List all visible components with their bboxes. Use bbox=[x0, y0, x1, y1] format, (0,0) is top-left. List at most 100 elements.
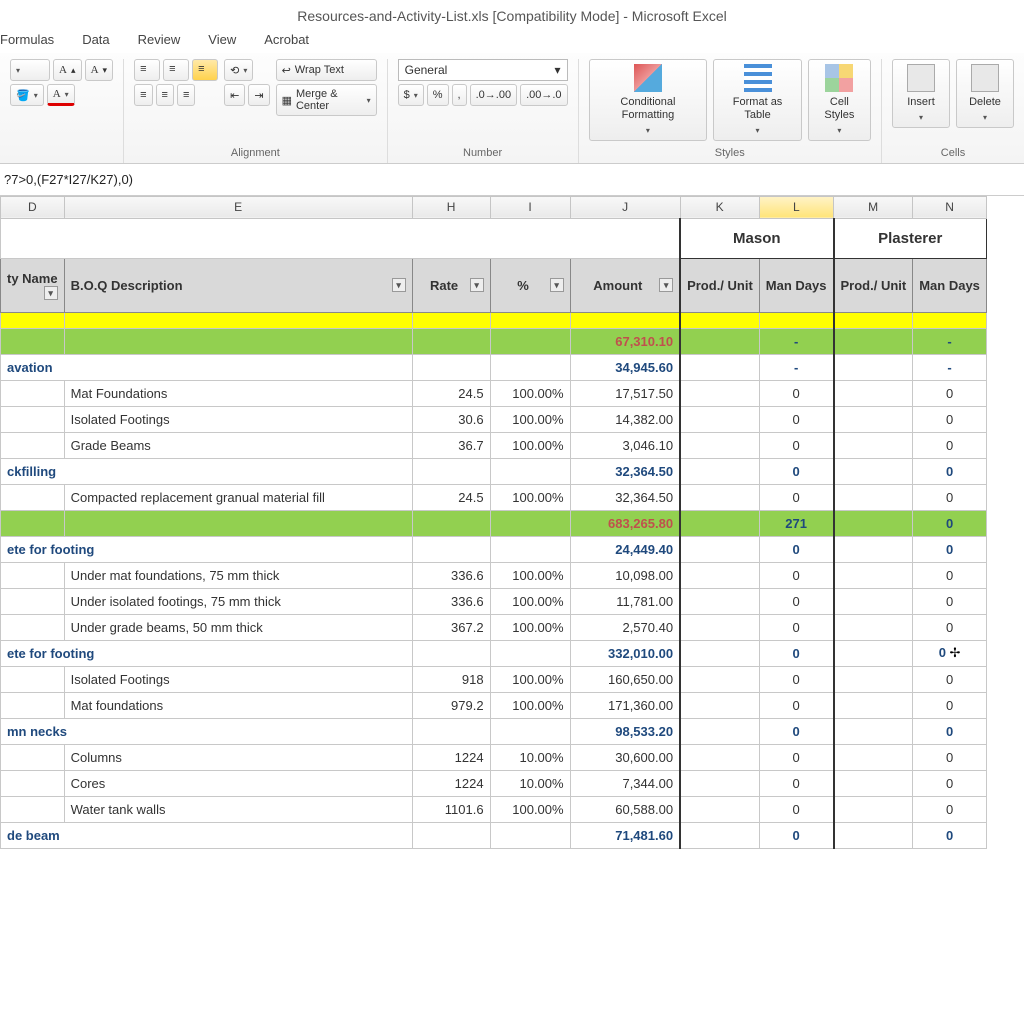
align-bottom-icon: ≡ bbox=[198, 63, 212, 77]
table-row[interactable]: Water tank walls1101.6100.00%60,588.0000 bbox=[1, 796, 987, 822]
align-middle-button[interactable]: ≡ bbox=[163, 59, 189, 81]
colhdr-N[interactable]: N bbox=[913, 196, 987, 218]
merge-center-button[interactable]: ▦Merge & Center▾ bbox=[276, 84, 377, 116]
align-right-button[interactable]: ≡ bbox=[177, 84, 195, 106]
hdr-mandays-2[interactable]: Man Days bbox=[913, 258, 987, 312]
hdr-amount[interactable]: Amount▾ bbox=[570, 258, 680, 312]
number-label: Number bbox=[398, 147, 568, 159]
fill-color-button[interactable]: 🪣▾ bbox=[10, 84, 44, 106]
table-row[interactable]: ete for footing332,010.0000 ✢ bbox=[1, 640, 987, 666]
group-header-row: Mason Plasterer bbox=[1, 218, 987, 258]
colhdr-K[interactable]: K bbox=[680, 196, 759, 218]
alignment-label: Alignment bbox=[134, 147, 376, 159]
window-title: Resources-and-Activity-List.xls [Compati… bbox=[0, 0, 1024, 28]
hdr-rate[interactable]: Rate▾ bbox=[412, 258, 490, 312]
insert-button[interactable]: Insert▾ bbox=[892, 59, 950, 128]
hdr-pct[interactable]: %▾ bbox=[490, 258, 570, 312]
cell-styles-icon bbox=[825, 64, 853, 92]
bucket-icon: 🪣 bbox=[16, 89, 30, 102]
colhdr-I[interactable]: I bbox=[490, 196, 570, 218]
formula-bar[interactable]: ?7>0,(F27*I27/K27),0) bbox=[0, 164, 1024, 196]
indent-icon: ⇥ bbox=[254, 89, 263, 102]
spreadsheet-grid[interactable]: D E H I J K L M N Mason Plasterer ty Nam… bbox=[0, 196, 1024, 849]
decrease-decimal-button[interactable]: .00→.0 bbox=[520, 84, 567, 106]
percent-button[interactable]: % bbox=[427, 84, 449, 106]
menu-formulas[interactable]: Formulas bbox=[0, 32, 54, 47]
increase-decimal-icon: .0→.00 bbox=[476, 89, 511, 101]
field-header-row: ty Name▾ B.O.Q Description▾ Rate▾ %▾ Amo… bbox=[1, 258, 987, 312]
filter-icon[interactable]: ▾ bbox=[470, 278, 484, 292]
table-row[interactable]: 683,265.802710 bbox=[1, 510, 987, 536]
menu-view[interactable]: View bbox=[208, 32, 236, 47]
table-row[interactable]: avation34,945.60-- bbox=[1, 354, 987, 380]
wrap-text-button[interactable]: ↩Wrap Text bbox=[276, 59, 377, 81]
colhdr-D[interactable]: D bbox=[1, 196, 65, 218]
yellow-separator bbox=[1, 312, 987, 328]
filter-icon[interactable]: ▾ bbox=[550, 278, 564, 292]
align-bottom-button[interactable]: ≡ bbox=[192, 59, 218, 81]
filter-icon[interactable]: ▾ bbox=[392, 278, 406, 292]
cells-label: Cells bbox=[892, 147, 1014, 159]
delete-icon bbox=[971, 64, 999, 92]
colhdr-L[interactable]: L bbox=[759, 196, 833, 218]
group-font-partial: ▾ A▴ A▾ 🪣▾ A▾ bbox=[0, 59, 124, 163]
align-left-button[interactable]: ≡ bbox=[134, 84, 152, 106]
filter-icon[interactable]: ▾ bbox=[659, 278, 673, 292]
table-row[interactable]: Isolated Footings918100.00%160,650.0000 bbox=[1, 666, 987, 692]
hdr-boq[interactable]: B.O.Q Description▾ bbox=[64, 258, 412, 312]
font-size-combo[interactable]: ▾ bbox=[10, 59, 50, 81]
conditional-formatting-button[interactable]: Conditional Formatting▾ bbox=[589, 59, 708, 141]
colhdr-H[interactable]: H bbox=[412, 196, 490, 218]
grow-font-button[interactable]: A▴ bbox=[53, 59, 82, 81]
shrink-font-button[interactable]: A▾ bbox=[85, 59, 114, 81]
ribbon: ▾ A▴ A▾ 🪣▾ A▾ ≡ ≡ ≡ ≡ bbox=[0, 53, 1024, 164]
number-format-combo[interactable]: General▾ bbox=[398, 59, 568, 81]
menu-acrobat[interactable]: Acrobat bbox=[264, 32, 309, 47]
table-row[interactable]: Mat foundations979.2100.00%171,360.0000 bbox=[1, 692, 987, 718]
table-row[interactable]: de beam71,481.6000 bbox=[1, 822, 987, 848]
align-center-button[interactable]: ≡ bbox=[156, 84, 174, 106]
column-headers: D E H I J K L M N bbox=[1, 196, 987, 218]
format-as-table-button[interactable]: Format as Table▾ bbox=[713, 59, 801, 141]
table-row[interactable]: Compacted replacement granual material f… bbox=[1, 484, 987, 510]
orientation-icon: ⟲ bbox=[230, 64, 239, 77]
table-row[interactable]: Grade Beams36.7100.00%3,046.1000 bbox=[1, 432, 987, 458]
decrease-decimal-icon: .00→.0 bbox=[526, 89, 561, 101]
insert-icon bbox=[907, 64, 935, 92]
cell-styles-button[interactable]: Cell Styles▾ bbox=[808, 59, 871, 141]
hdr-mandays-1[interactable]: Man Days bbox=[759, 258, 833, 312]
table-row[interactable]: Columns122410.00%30,600.0000 bbox=[1, 744, 987, 770]
table-row[interactable]: mn necks98,533.2000 bbox=[1, 718, 987, 744]
increase-decimal-button[interactable]: .0→.00 bbox=[470, 84, 517, 106]
hdr-tyname[interactable]: ty Name▾ bbox=[1, 258, 65, 312]
hdr-produnit-2[interactable]: Prod./ Unit bbox=[834, 258, 913, 312]
colhdr-M[interactable]: M bbox=[834, 196, 913, 218]
hdr-produnit-1[interactable]: Prod./ Unit bbox=[680, 258, 759, 312]
menu-bar: Formulas Data Review View Acrobat bbox=[0, 28, 1024, 53]
table-row[interactable]: Under isolated footings, 75 mm thick336.… bbox=[1, 588, 987, 614]
colhdr-E[interactable]: E bbox=[64, 196, 412, 218]
table-row[interactable]: ckfilling32,364.5000 bbox=[1, 458, 987, 484]
table-row[interactable]: Cores122410.00%7,344.0000 bbox=[1, 770, 987, 796]
orientation-button[interactable]: ⟲▾ bbox=[224, 59, 253, 81]
table-row[interactable]: 67,310.10-- bbox=[1, 328, 987, 354]
increase-indent-button[interactable]: ⇥ bbox=[248, 84, 269, 106]
table-row[interactable]: Under grade beams, 50 mm thick367.2100.0… bbox=[1, 614, 987, 640]
merge-icon: ▦ bbox=[282, 94, 292, 107]
comma-button[interactable]: , bbox=[452, 84, 467, 106]
table-row[interactable]: Under mat foundations, 75 mm thick336.61… bbox=[1, 562, 987, 588]
align-center-icon: ≡ bbox=[162, 89, 168, 101]
table-row[interactable]: Isolated Footings30.6100.00%14,382.0000 bbox=[1, 406, 987, 432]
font-color-button[interactable]: A▾ bbox=[47, 84, 75, 106]
decrease-indent-button[interactable]: ⇤ bbox=[224, 84, 245, 106]
menu-review[interactable]: Review bbox=[138, 32, 181, 47]
delete-button[interactable]: Delete▾ bbox=[956, 59, 1014, 128]
colhdr-J[interactable]: J bbox=[570, 196, 680, 218]
filter-icon[interactable]: ▾ bbox=[44, 286, 58, 300]
currency-button[interactable]: $▾ bbox=[398, 84, 424, 106]
table-row[interactable]: ete for footing24,449.4000 bbox=[1, 536, 987, 562]
table-row[interactable]: Mat Foundations24.5100.00%17,517.5000 bbox=[1, 380, 987, 406]
mason-header: Mason bbox=[680, 218, 833, 258]
align-top-button[interactable]: ≡ bbox=[134, 59, 160, 81]
menu-data[interactable]: Data bbox=[82, 32, 109, 47]
